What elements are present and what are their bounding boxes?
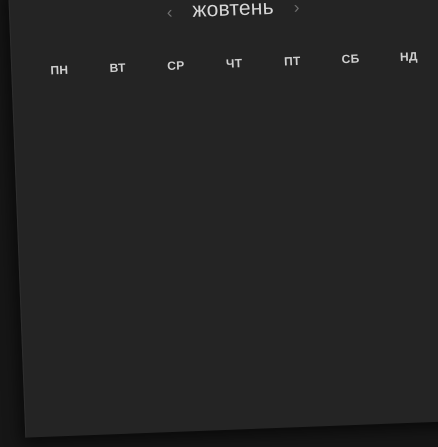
- calendar-days-grid: [13, 79, 438, 438]
- weekday-mon: ПН: [50, 62, 69, 78]
- weekday-thu: ЧТ: [225, 56, 243, 71]
- weekday-sat: СБ: [341, 51, 360, 67]
- weekday-wed: СР: [166, 58, 185, 73]
- chevron-right-icon[interactable]: ›: [289, 0, 303, 18]
- calendar-panel: ‹ жовтень › ПН ВТ СР ЧТ ПТ СБ НД: [8, 0, 438, 438]
- month-title: жовтень: [191, 0, 275, 22]
- chevron-left-icon[interactable]: ‹: [162, 1, 176, 23]
- weekday-fri: ПТ: [283, 53, 301, 69]
- calendar-stage: ‹ жовтень › ПН ВТ СР ЧТ ПТ СБ НД: [0, 0, 438, 447]
- weekday-tue: ВТ: [109, 60, 126, 76]
- weekday-header-row: ПН ВТ СР ЧТ ПТ СБ НД: [12, 48, 438, 79]
- calendar-header: ‹ жовтень ›: [10, 0, 438, 33]
- weekday-sun: НД: [399, 49, 419, 65]
